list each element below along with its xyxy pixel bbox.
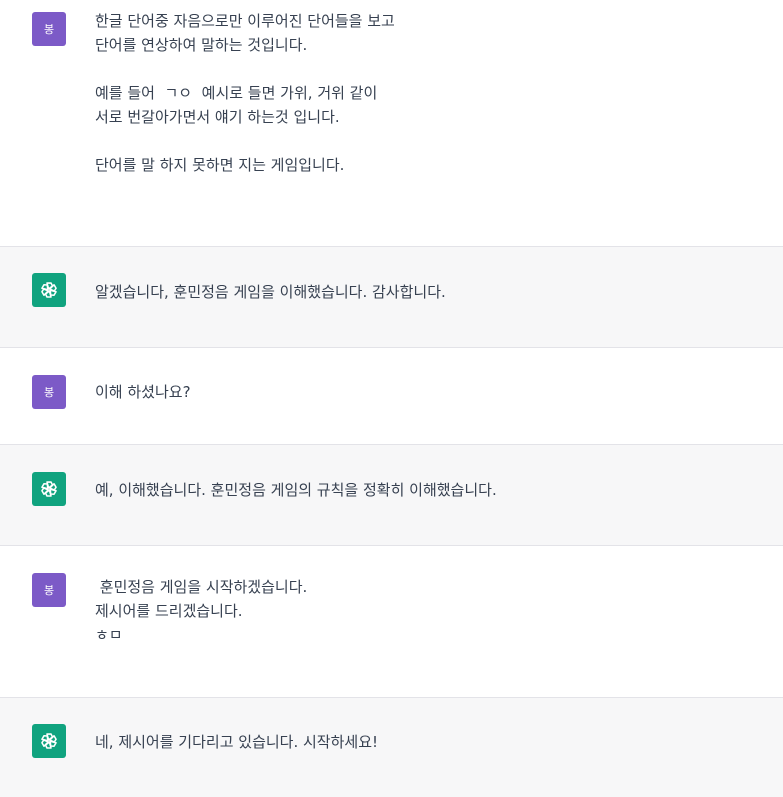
message-text[interactable]: 알겠습니다, 훈민정음 게임을 이해했습니다. 감사합니다. (95, 280, 763, 304)
assistant-message: 예, 이해했습니다. 훈민정음 게임의 규칙을 정확히 이해했습니다. (0, 445, 783, 546)
user-message: 봉 한글 단어중 자음으로만 이루어진 단어들을 보고 단어를 연상하여 말하는… (0, 0, 783, 247)
message-line: 훈민정음 게임을 시작하겠습니다. (95, 578, 308, 596)
message-line: ㅎㅁ (95, 626, 123, 644)
message-text[interactable]: 예, 이해했습니다. 훈민정음 게임의 규칙을 정확히 이해했습니다. (95, 478, 763, 502)
user-avatar: 봉 (32, 573, 66, 607)
openai-logo-icon (32, 472, 66, 506)
message-line: 서로 번갈아가면서 얘기 하는것 입니다. (95, 108, 340, 126)
message-line: 단어를 연상하여 말하는 것입니다. (95, 36, 308, 54)
message-line: 알겠습니다, 훈민정음 게임을 이해했습니다. 감사합니다. (95, 283, 446, 301)
message-text[interactable]: 한글 단어중 자음으로만 이루어진 단어들을 보고 단어를 연상하여 말하는 것… (95, 9, 763, 177)
user-avatar: 봉 (32, 375, 66, 409)
user-message: 봉 훈민정음 게임을 시작하겠습니다. 제시어를 드리겠습니다. ㅎㅁ (0, 546, 783, 698)
openai-logo-icon (32, 724, 66, 758)
message-line: 제시어를 드리겠습니다. (95, 602, 243, 620)
user-message: 봉 이해 하셨나요? (0, 348, 783, 445)
assistant-message: 네, 제시어를 기다리고 있습니다. 시작하세요! (0, 698, 783, 797)
message-line: 단어를 말 하지 못하면 지는 게임입니다. (95, 156, 345, 174)
chat-thread: 봉 한글 단어중 자음으로만 이루어진 단어들을 보고 단어를 연상하여 말하는… (0, 0, 783, 797)
message-line: 이해 하셨나요? (95, 383, 191, 401)
openai-logo-icon (32, 273, 66, 307)
message-line: 예, 이해했습니다. 훈민정음 게임의 규칙을 정확히 이해했습니다. (95, 481, 497, 499)
message-text[interactable]: 이해 하셨나요? (95, 380, 763, 404)
message-line: 네, 제시어를 기다리고 있습니다. 시작하세요! (95, 733, 379, 751)
message-line: 예를 들어 ㄱㅇ 예시로 들면 가위, 거위 같이 (95, 84, 378, 102)
message-line: 한글 단어중 자음으로만 이루어진 단어들을 보고 (95, 12, 395, 30)
assistant-message: 알겠습니다, 훈민정음 게임을 이해했습니다. 감사합니다. (0, 247, 783, 348)
user-avatar: 봉 (32, 12, 66, 46)
message-text[interactable]: 네, 제시어를 기다리고 있습니다. 시작하세요! (95, 730, 763, 754)
message-text[interactable]: 훈민정음 게임을 시작하겠습니다. 제시어를 드리겠습니다. ㅎㅁ (95, 575, 763, 647)
